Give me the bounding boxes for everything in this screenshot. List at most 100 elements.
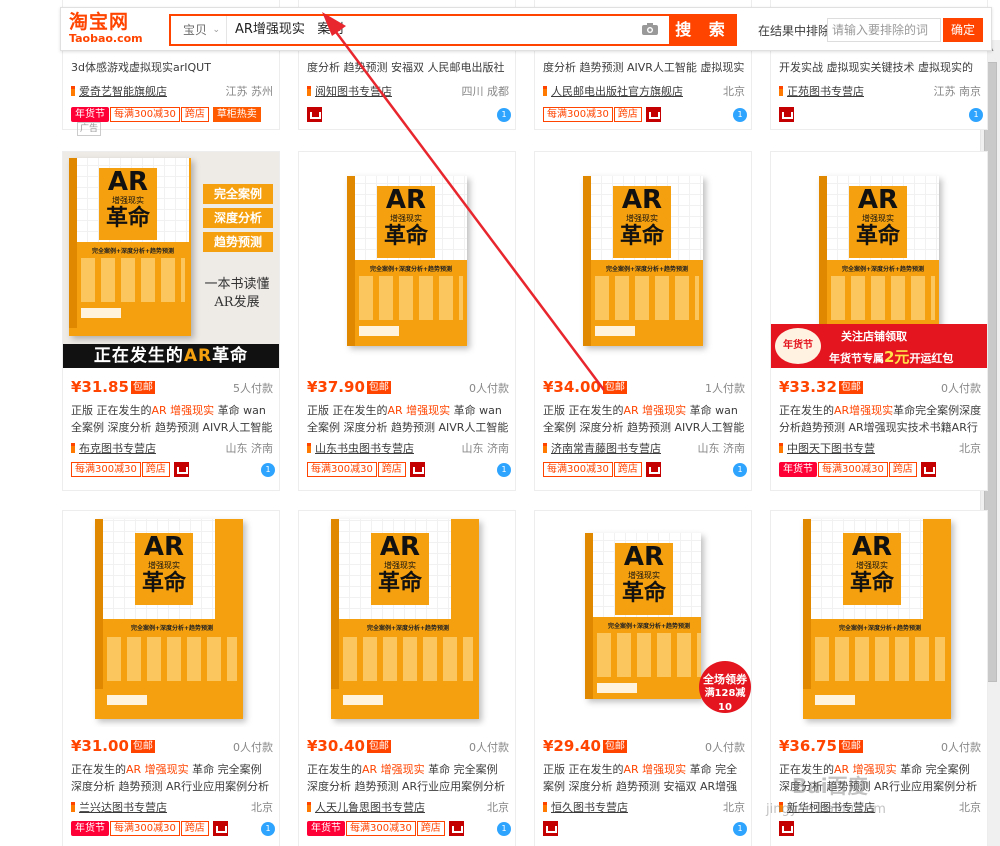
wangwang-icon[interactable]: 1 bbox=[733, 822, 747, 836]
tag-discount: 每满300减30 bbox=[307, 462, 377, 477]
tag-row: 每满300减30 跨店 1 bbox=[543, 107, 747, 125]
book-cover: AR 增强现实 革命 完全案例+深度分析+趋势预测 bbox=[585, 533, 701, 699]
location: 四川 成都 bbox=[461, 85, 510, 98]
tag-cross-store: 跨店 bbox=[613, 462, 642, 477]
wangwang-icon[interactable]: 1 bbox=[969, 108, 983, 122]
tag-discount: 每满300减30 bbox=[543, 462, 613, 477]
product-image[interactable]: AR 增强现实 革命 完全案例+深度分析+趋势预测 bbox=[63, 511, 279, 727]
free-shipping-badge: 包邮 bbox=[130, 381, 155, 394]
exclude-label: 在结果中排除 bbox=[758, 24, 831, 38]
product-title[interactable]: 正版 正在发生的AR 增强现实 革命 wan全案例 深度分析 趋势预测 AIVR… bbox=[71, 402, 275, 436]
coupon-badge: 全场领券 满128减10 bbox=[699, 661, 751, 713]
tag-discount: 每满300减30 bbox=[818, 462, 888, 477]
product-image[interactable]: AR 增强现实 革命 完全案例+深度分析+趋势预测 完全案例 深度分析 趋势预测 一… bbox=[63, 152, 279, 368]
price: ¥36.75 bbox=[779, 737, 837, 755]
shop-link[interactable]: 济南常青藤图书专营店 bbox=[551, 442, 661, 455]
tag-row: 1 bbox=[779, 107, 983, 125]
location: 山东 济南 bbox=[461, 442, 510, 455]
price-row: ¥33.32 包邮 0人付款 bbox=[779, 378, 981, 398]
wangwang-icon[interactable]: 1 bbox=[733, 463, 747, 477]
location: 北京 bbox=[487, 801, 509, 814]
tmall-icon bbox=[645, 462, 661, 477]
product-image[interactable]: AR 增强现实 革命 完全案例+深度分析+趋势预测 bbox=[535, 152, 751, 368]
shop-link[interactable]: 恒久图书专营店 bbox=[551, 801, 628, 814]
cover-pill: 完全案例 bbox=[203, 184, 273, 204]
ad-badge: 广告 bbox=[77, 122, 102, 136]
confirm-button[interactable]: 确定 bbox=[943, 18, 983, 42]
product-card[interactable]: AR 增强现实 革命 完全案例+深度分析+趋势预测 完全案例 深度分析 趋势预测 一… bbox=[62, 151, 280, 491]
product-card[interactable]: AR 增强现实 革命 完全案例+深度分析+趋势预测 ¥37.90 包邮 0人付款 正版… bbox=[298, 151, 516, 491]
product-card[interactable]: AR 增强现实 革命 完全案例+深度分析+趋势预测 ¥30.40 包邮 0人付款 正在… bbox=[298, 510, 516, 846]
product-card[interactable]: AR 增强现实 革命 完全案例+深度分析+趋势预测 年货节 关注店铺领取 年货节专属… bbox=[770, 151, 988, 491]
product-image[interactable]: AR 增强现实 革命 完全案例+深度分析+趋势预测 年货节 关注店铺领取 年货节专属… bbox=[771, 152, 987, 368]
product-title[interactable]: 正版 正在发生的AR 增强现实 革命 wan全案例 深度分析 趋势预测 AIVR… bbox=[543, 402, 747, 436]
free-shipping-badge: 包邮 bbox=[366, 381, 391, 394]
location: 江苏 苏州 bbox=[225, 85, 274, 98]
shop-link[interactable]: 布克图书专营店 bbox=[79, 442, 156, 455]
product-title[interactable]: 正在发生的AR 增强现实 革命 完全案例 深度分析 趋势预测 AR行业应用案例分… bbox=[307, 761, 511, 795]
shop-link[interactable]: 爱奇艺智能旗舰店 bbox=[79, 85, 167, 98]
price-row: ¥34.00 包邮 1人付款 bbox=[543, 378, 745, 398]
shop-icon bbox=[71, 443, 75, 453]
product-title[interactable]: 度分析 趋势预测 安福双 人民邮电出版社 bbox=[307, 59, 511, 76]
wangwang-icon[interactable]: 1 bbox=[261, 463, 275, 477]
search-scope-dropdown[interactable]: 宝贝 ⌄ bbox=[171, 16, 227, 44]
search-box: 宝贝 ⌄ 搜 索 bbox=[169, 14, 737, 46]
shop-icon bbox=[543, 86, 547, 96]
tag-nianhuo: 年货节 bbox=[307, 821, 345, 836]
shop-icon bbox=[307, 443, 311, 453]
product-card[interactable]: AR 增强现实 革命 完全案例+深度分析+趋势预测 全场领券 满128减10 ¥29.… bbox=[534, 510, 752, 846]
book-cover: AR 增强现实 革命 完全案例+深度分析+趋势预测 bbox=[803, 519, 951, 719]
product-title[interactable]: 3d体感游戏虚拟现实arIQUT bbox=[71, 59, 275, 76]
taobao-logo[interactable]: 淘宝网 Taobao.com bbox=[69, 12, 149, 48]
shop-link[interactable]: 山东书虫图书专营店 bbox=[315, 442, 414, 455]
product-title[interactable]: 正在发生的AR增强现实革命完全案例深度分析趋势预测 AR增强现实技术书籍AR行业 bbox=[779, 402, 983, 436]
product-image[interactable]: AR 增强现实 革命 完全案例+深度分析+趋势预测 bbox=[299, 511, 515, 727]
product-image[interactable]: AR 增强现实 革命 完全案例+深度分析+趋势预测 bbox=[771, 511, 987, 727]
product-image[interactable]: AR 增强现实 革命 完全案例+深度分析+趋势预测 bbox=[299, 152, 515, 368]
cover-image: AR 增强现实 革命 完全案例+深度分析+趋势预测 完全案例 深度分析 趋势预测 一… bbox=[63, 152, 279, 368]
search-button[interactable]: 搜 索 bbox=[669, 14, 737, 46]
camera-icon[interactable] bbox=[641, 22, 659, 36]
product-card[interactable]: AR 增强现实 革命 完全案例+深度分析+趋势预测 ¥31.00 包邮 0人付款 正在… bbox=[62, 510, 280, 846]
shop-row: 阅知图书专营店 四川 成都 bbox=[307, 83, 509, 99]
product-title[interactable]: 正在发生的AR 增强现实 革命 完全案例 深度分析 趋势预测 AR行业应用案例分… bbox=[71, 761, 275, 795]
cover-slogan: 一本书读懂 AR发展 bbox=[204, 277, 270, 310]
shop-link[interactable]: 兰兴达图书专营店 bbox=[79, 801, 167, 814]
shop-icon bbox=[71, 86, 75, 96]
wangwang-icon[interactable]: 1 bbox=[733, 108, 747, 122]
shop-icon bbox=[307, 86, 311, 96]
free-shipping-badge: 包邮 bbox=[602, 381, 627, 394]
wangwang-icon[interactable]: 1 bbox=[261, 822, 275, 836]
product-card[interactable]: AR 增强现实 革命 完全案例+深度分析+趋势预测 ¥34.00 包邮 1人付款 正版… bbox=[534, 151, 752, 491]
shop-link[interactable]: 人民邮电出版社官方旗舰店 bbox=[551, 85, 683, 98]
shop-link[interactable]: 人天儿鲁思图书专营店 bbox=[315, 801, 425, 814]
buyer-count: 0人付款 bbox=[941, 741, 981, 754]
buyer-count: 0人付款 bbox=[233, 741, 273, 754]
buyer-count: 0人付款 bbox=[705, 741, 745, 754]
search-input[interactable] bbox=[235, 16, 635, 44]
tag-cross-store: 跨店 bbox=[180, 821, 209, 836]
product-title[interactable]: 开发实战 虚拟现实关键技术 虚拟现实的行 bbox=[779, 59, 983, 76]
logo-chinese: 淘宝网 bbox=[69, 11, 130, 33]
product-title[interactable]: 正版 正在发生的AR 增强现实 革命 完全案例 深度分析 趋势预测 安福双 AR… bbox=[543, 761, 747, 795]
product-title[interactable]: 度分析 趋势预测 AIVR人工智能 虚拟现实 bbox=[543, 59, 747, 76]
wangwang-icon[interactable]: 1 bbox=[497, 822, 511, 836]
product-title[interactable]: 正版 正在发生的AR 增强现实 革命 wan全案例 深度分析 趋势预测 AIVR… bbox=[307, 402, 511, 436]
tmall-icon bbox=[920, 462, 936, 477]
exclude-input[interactable]: 请输入要排除的词 bbox=[827, 18, 941, 42]
tag-hot: 草柜热卖 bbox=[212, 107, 261, 122]
product-image[interactable]: AR 增强现实 革命 完全案例+深度分析+趋势预测 全场领券 满128减10 bbox=[535, 511, 751, 727]
tag-cross-store: 跨店 bbox=[377, 462, 406, 477]
search-header: 淘宝网 Taobao.com 宝贝 ⌄ 搜 索 在结果中排除 请输入要排除的词 … bbox=[60, 7, 992, 51]
wangwang-icon[interactable]: 1 bbox=[497, 463, 511, 477]
shop-link[interactable]: 阅知图书专营店 bbox=[315, 85, 392, 98]
tag-row: 1 bbox=[543, 821, 747, 839]
shop-link[interactable]: 中图天下图书专营 bbox=[787, 442, 875, 455]
tag-row: 每满300减30 跨店 1 bbox=[543, 462, 747, 480]
wangwang-icon[interactable]: 1 bbox=[497, 108, 511, 122]
tag-discount: 每满300减30 bbox=[543, 107, 613, 122]
shop-link[interactable]: 正苑图书专营店 bbox=[787, 85, 864, 98]
tag-row: 年货节 每满300减30 跨店 1 bbox=[307, 821, 511, 839]
tag-row: 年货节 每满300减30 跨店 草柜热卖广告 bbox=[71, 107, 275, 136]
